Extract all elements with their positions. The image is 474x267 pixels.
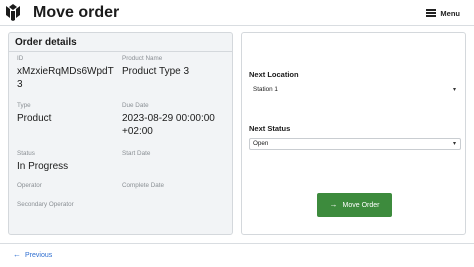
field-label: Due Date [122,102,149,109]
card-divider [9,51,232,52]
move-order-form: Next Location Station 1 ▾ Next Status Op… [241,32,466,235]
hamburger-menu-icon [426,9,437,17]
field-label: Complete Date [122,182,164,189]
field-id: ID xMzxieRqMDs6WpdT3 [17,55,117,91]
field-label: Status [17,150,35,157]
field-label: Secondary Operator [17,201,74,208]
field-secondary-operator: Secondary Operator [17,201,137,211]
field-label: Type [17,102,31,109]
next-status-value: Open [253,140,269,147]
menu-label: Menu [440,8,460,18]
field-complete-date: Complete Date [122,182,230,192]
field-status: Status In Progress [17,150,117,173]
arrow-left-icon: ← [13,250,21,259]
field-due-date: Due Date 2023-08-29 00:00:00 +02:00 [122,102,230,138]
previous-label: Previous [25,251,53,259]
page-title: Move order [33,4,120,21]
menu-button[interactable]: Menu [426,6,460,20]
top-bar: Move order Menu [0,0,474,26]
next-status-label: Next Status [249,124,291,133]
field-value-status: In Progress [17,161,69,172]
move-order-label: Move Order [342,201,380,209]
move-order-button[interactable]: → Move Order [317,193,392,217]
footer-bar: ← Previous [0,243,474,267]
dropdown-arrow-icon: ▾ [452,87,456,93]
field-operator: Operator [17,182,117,192]
order-details-title: Order details [15,37,77,48]
field-label: ID [17,55,24,62]
previous-button[interactable]: ← Previous [13,251,52,259]
arrow-right-icon: → [329,200,338,209]
field-label: Start Date [122,150,151,157]
field-value-product-name: Product Type 3 [122,66,190,77]
next-location-value: Station 1 [253,86,278,93]
field-type: Type Product [17,102,117,125]
field-value-due-date: 2023-08-29 00:00:00 +02:00 [122,113,215,137]
next-location-select[interactable]: Station 1 ▾ [249,84,461,96]
field-label: Product Name [122,55,163,62]
field-value-type: Product [17,113,52,124]
field-start-date: Start Date [122,150,230,160]
next-location-label: Next Location [249,70,299,79]
field-label: Operator [17,182,42,189]
tulip-logo-icon [6,4,20,21]
order-details-card: Order details ID xMzxieRqMDs6WpdT3 Produ… [8,32,233,235]
next-status-select[interactable]: Open ▾ [249,138,461,150]
dropdown-arrow-icon: ▾ [452,141,456,147]
field-value-id: xMzxieRqMDs6WpdT3 [17,66,114,90]
field-product-name: Product Name Product Type 3 [122,55,230,78]
